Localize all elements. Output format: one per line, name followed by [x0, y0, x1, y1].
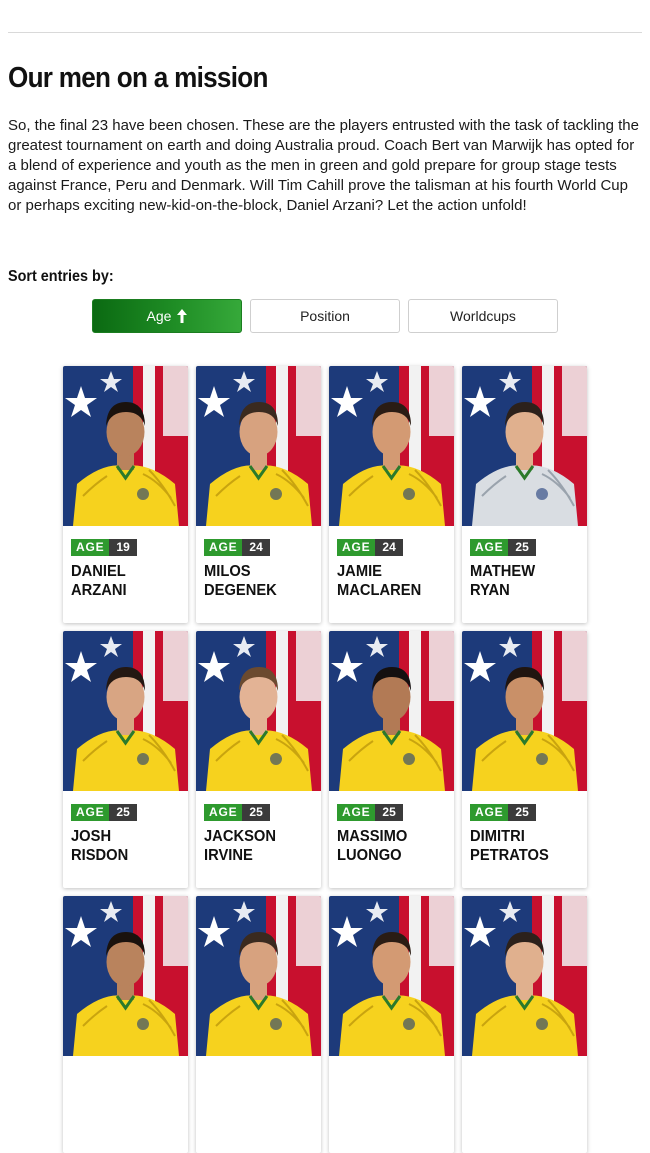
age-badge: AGE 24: [337, 539, 403, 556]
player-last-name: LUONGO: [337, 847, 402, 864]
age-badge-label: AGE: [71, 539, 110, 556]
player-grid: AGE 19 DANIEL ARZANI AGE 24 MILOS DEGENE…: [63, 366, 589, 1153]
player-first-name: DANIEL: [71, 563, 126, 580]
age-value: 25: [508, 804, 536, 821]
player-photo: [329, 896, 454, 1056]
player-card[interactable]: AGE 25 DIMITRI PETRATOS: [462, 631, 587, 888]
age-value: 25: [242, 804, 270, 821]
age-badge-label: AGE: [470, 804, 509, 821]
top-divider: [8, 32, 642, 33]
age-badge: AGE 25: [204, 804, 270, 821]
player-last-name: RYAN: [470, 582, 510, 599]
sort-position-button[interactable]: Position: [250, 299, 400, 333]
player-card[interactable]: [329, 896, 454, 1153]
player-photo: [329, 366, 454, 526]
player-card[interactable]: AGE 19 DANIEL ARZANI: [63, 366, 188, 623]
age-badge: AGE 25: [71, 804, 137, 821]
age-badge: AGE 25: [470, 804, 536, 821]
age-badge: AGE 24: [204, 539, 270, 556]
page-title: Our men on a mission: [8, 62, 268, 94]
player-name: JACKSON IRVINE: [204, 827, 307, 865]
player-card[interactable]: [462, 896, 587, 1153]
intro-paragraph: So, the final 23 have been chosen. These…: [8, 117, 639, 214]
player-card[interactable]: AGE 24 MILOS DEGENEK: [196, 366, 321, 623]
player-first-name: JOSH: [71, 828, 112, 845]
age-badge-label: AGE: [204, 539, 243, 556]
player-name: DANIEL ARZANI: [71, 562, 174, 600]
player-photo: [462, 366, 587, 526]
sort-age-label: Age: [146, 308, 172, 324]
player-first-name: JACKSON: [204, 828, 276, 845]
player-photo: [462, 896, 587, 1056]
age-badge: AGE 25: [337, 804, 403, 821]
sort-controls: Age Position Worldcups: [92, 299, 558, 333]
arrow-up-icon: [177, 309, 188, 323]
player-first-name: MASSIMO: [337, 828, 408, 845]
age-badge-label: AGE: [470, 539, 509, 556]
player-last-name: PETRATOS: [470, 847, 549, 864]
player-card[interactable]: [63, 896, 188, 1153]
player-name: JOSH RISDON: [71, 827, 174, 865]
player-last-name: DEGENEK: [204, 582, 277, 599]
player-card[interactable]: AGE 25 MASSIMO LUONGO: [329, 631, 454, 888]
player-name: MILOS DEGENEK: [204, 562, 307, 600]
player-last-name: MACLAREN: [337, 582, 422, 599]
player-card[interactable]: AGE 25 JOSH RISDON: [63, 631, 188, 888]
player-first-name: JAMIE: [337, 563, 382, 580]
player-first-name: DIMITRI: [470, 828, 525, 845]
age-badge-label: AGE: [204, 804, 243, 821]
age-value: 24: [242, 539, 270, 556]
age-badge-label: AGE: [71, 804, 110, 821]
player-photo: [63, 896, 188, 1056]
sort-worldcups-button[interactable]: Worldcups: [408, 299, 558, 333]
player-photo: [196, 631, 321, 791]
sort-position-label: Position: [300, 308, 350, 324]
player-last-name: IRVINE: [204, 847, 253, 864]
player-first-name: MATHEW: [470, 563, 536, 580]
player-name: MATHEW RYAN: [470, 562, 573, 600]
age-value: 25: [109, 804, 137, 821]
age-value: 19: [109, 539, 137, 556]
player-photo: [196, 896, 321, 1056]
player-photo: [196, 366, 321, 526]
player-photo: [329, 631, 454, 791]
player-photo: [462, 631, 587, 791]
player-last-name: ARZANI: [71, 582, 127, 599]
player-name: MASSIMO LUONGO: [337, 827, 440, 865]
player-photo: [63, 631, 188, 791]
sort-age-button[interactable]: Age: [92, 299, 242, 333]
player-name: DIMITRI PETRATOS: [470, 827, 573, 865]
age-badge: AGE 19: [71, 539, 137, 556]
player-photo: [63, 366, 188, 526]
age-badge-label: AGE: [337, 539, 376, 556]
sort-worldcups-label: Worldcups: [450, 308, 516, 324]
player-card[interactable]: [196, 896, 321, 1153]
player-name: JAMIE MACLAREN: [337, 562, 440, 600]
player-last-name: RISDON: [71, 847, 129, 864]
age-badge-label: AGE: [337, 804, 376, 821]
player-card[interactable]: AGE 25 JACKSON IRVINE: [196, 631, 321, 888]
player-card[interactable]: AGE 24 JAMIE MACLAREN: [329, 366, 454, 623]
player-first-name: MILOS: [204, 563, 251, 580]
player-card[interactable]: AGE 25 MATHEW RYAN: [462, 366, 587, 623]
age-value: 24: [375, 539, 403, 556]
age-value: 25: [375, 804, 403, 821]
age-badge: AGE 25: [470, 539, 536, 556]
sort-label: Sort entries by:: [8, 268, 114, 285]
age-value: 25: [508, 539, 536, 556]
